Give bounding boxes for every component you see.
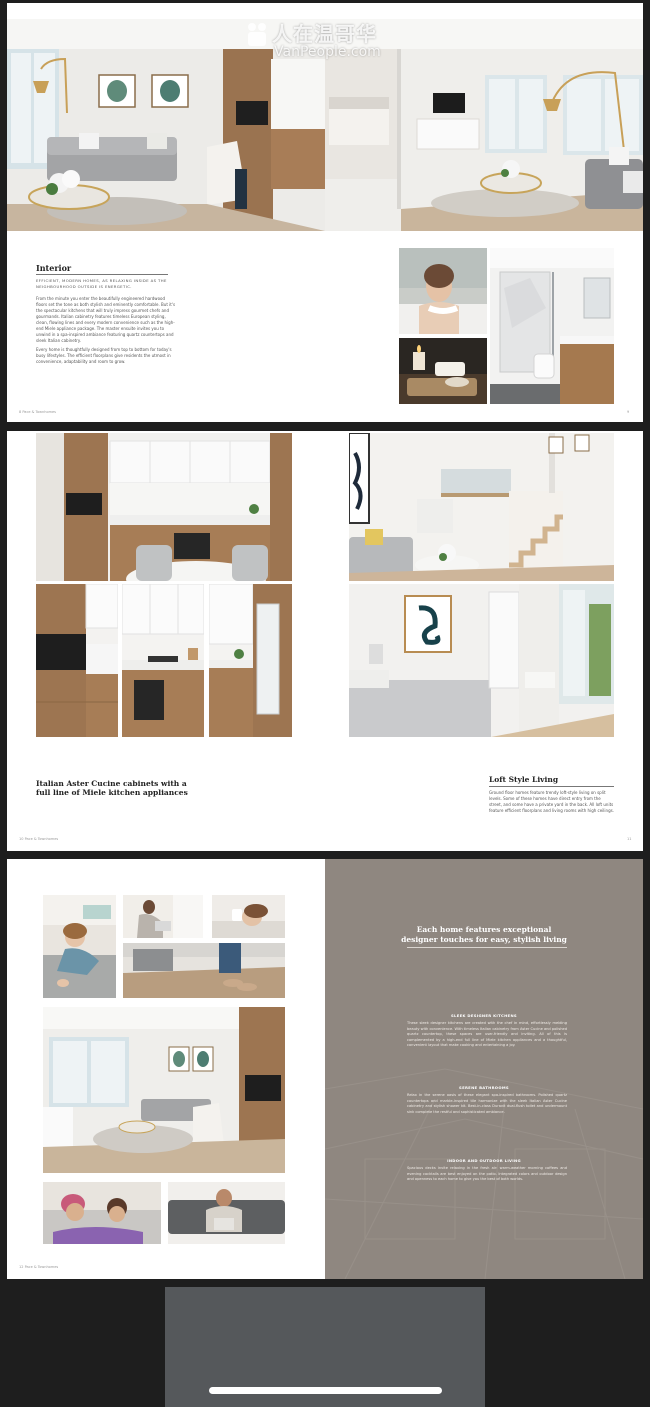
features-title-rule bbox=[407, 947, 567, 948]
kitchen-fridge-photo bbox=[209, 584, 292, 737]
page-footer-right: 9 bbox=[627, 410, 630, 414]
woman-laptop-photo bbox=[123, 895, 203, 938]
brochure-spread-lifestyle: Each home features exceptional designer … bbox=[7, 859, 643, 1279]
kitchen-main-photo bbox=[36, 433, 292, 581]
loft-text: Ground floor homes feature trendy loft-s… bbox=[489, 790, 614, 813]
features-title-line2: designer touches for easy, stylish livin… bbox=[401, 935, 567, 944]
floor-feet-photo bbox=[123, 943, 285, 998]
interior-subheading: EFFICIENT, MODERN HOMES, AS RELAXING INS… bbox=[36, 278, 167, 289]
feature-outdoor-text: Spacious decks invite relaxing in the fr… bbox=[407, 1166, 567, 1181]
loft-bedroom-photo bbox=[349, 584, 614, 737]
page-footer-left-2: 10 Pace & Townhomes bbox=[19, 837, 59, 841]
feature-bathrooms-heading: SERENE BATHROOMS bbox=[459, 1085, 509, 1090]
feature-kitchens-text: These sleek designer kitchens are create… bbox=[407, 1021, 567, 1047]
kitchen-oven-photo bbox=[36, 584, 118, 737]
interior-heading: Interior bbox=[36, 263, 72, 273]
kitchen-cooktop-photo bbox=[122, 584, 204, 737]
brochure-spread-interior: Interior EFFICIENT, MODERN HOMES, AS REL… bbox=[7, 3, 643, 422]
page-footer-left: 8 Pace & Townhomes bbox=[19, 410, 56, 414]
kitchen-caption: Italian Aster Cucine cabinets with a ful… bbox=[36, 779, 188, 797]
spa-candle-photo bbox=[399, 338, 487, 404]
interior-heading-rule bbox=[36, 274, 168, 275]
features-panel: Each home features exceptional designer … bbox=[325, 859, 643, 1279]
brochure-spread-kitchen-loft: Italian Aster Cucine cabinets with a ful… bbox=[7, 431, 643, 851]
feature-outdoor-heading: INDOOR AND OUTDOOR LIVING bbox=[447, 1158, 521, 1163]
interior-paragraph-1: From the minute you enter the beautifull… bbox=[36, 296, 176, 343]
page-footer-left-3: 12 Pace & Townhomes bbox=[19, 1265, 59, 1269]
spa-woman-photo bbox=[399, 248, 487, 334]
feature-bathrooms-text: Relax in the serene oasis of these elega… bbox=[407, 1093, 567, 1114]
watermark-logo-icon bbox=[246, 22, 268, 48]
bathroom-photo bbox=[490, 248, 614, 404]
man-sofa-photo bbox=[168, 1182, 285, 1244]
watermark-subtitle: VanPeople.com bbox=[274, 44, 381, 60]
kids-reading-photo bbox=[43, 1182, 161, 1244]
woman-relaxing-photo bbox=[43, 895, 116, 998]
interior-paragraph-2: Every home is thoughtfully designed from… bbox=[36, 347, 172, 364]
woman-mug-photo bbox=[212, 895, 285, 938]
features-title-line1: Each home features exceptional bbox=[416, 925, 552, 934]
panel-background-pattern bbox=[325, 859, 643, 1279]
loft-title-rule bbox=[489, 786, 614, 787]
watermark-title: 人在温哥华 bbox=[272, 22, 377, 46]
feature-kitchens-heading: SLEEK DESIGNER KITCHENS bbox=[451, 1013, 517, 1018]
home-indicator[interactable] bbox=[209, 1387, 442, 1394]
page-footer-right-2: 11 bbox=[627, 837, 632, 841]
loft-title: Loft Style Living bbox=[489, 775, 559, 784]
loft-stairs-photo bbox=[349, 433, 614, 581]
living-room-wide-photo bbox=[43, 1007, 285, 1173]
